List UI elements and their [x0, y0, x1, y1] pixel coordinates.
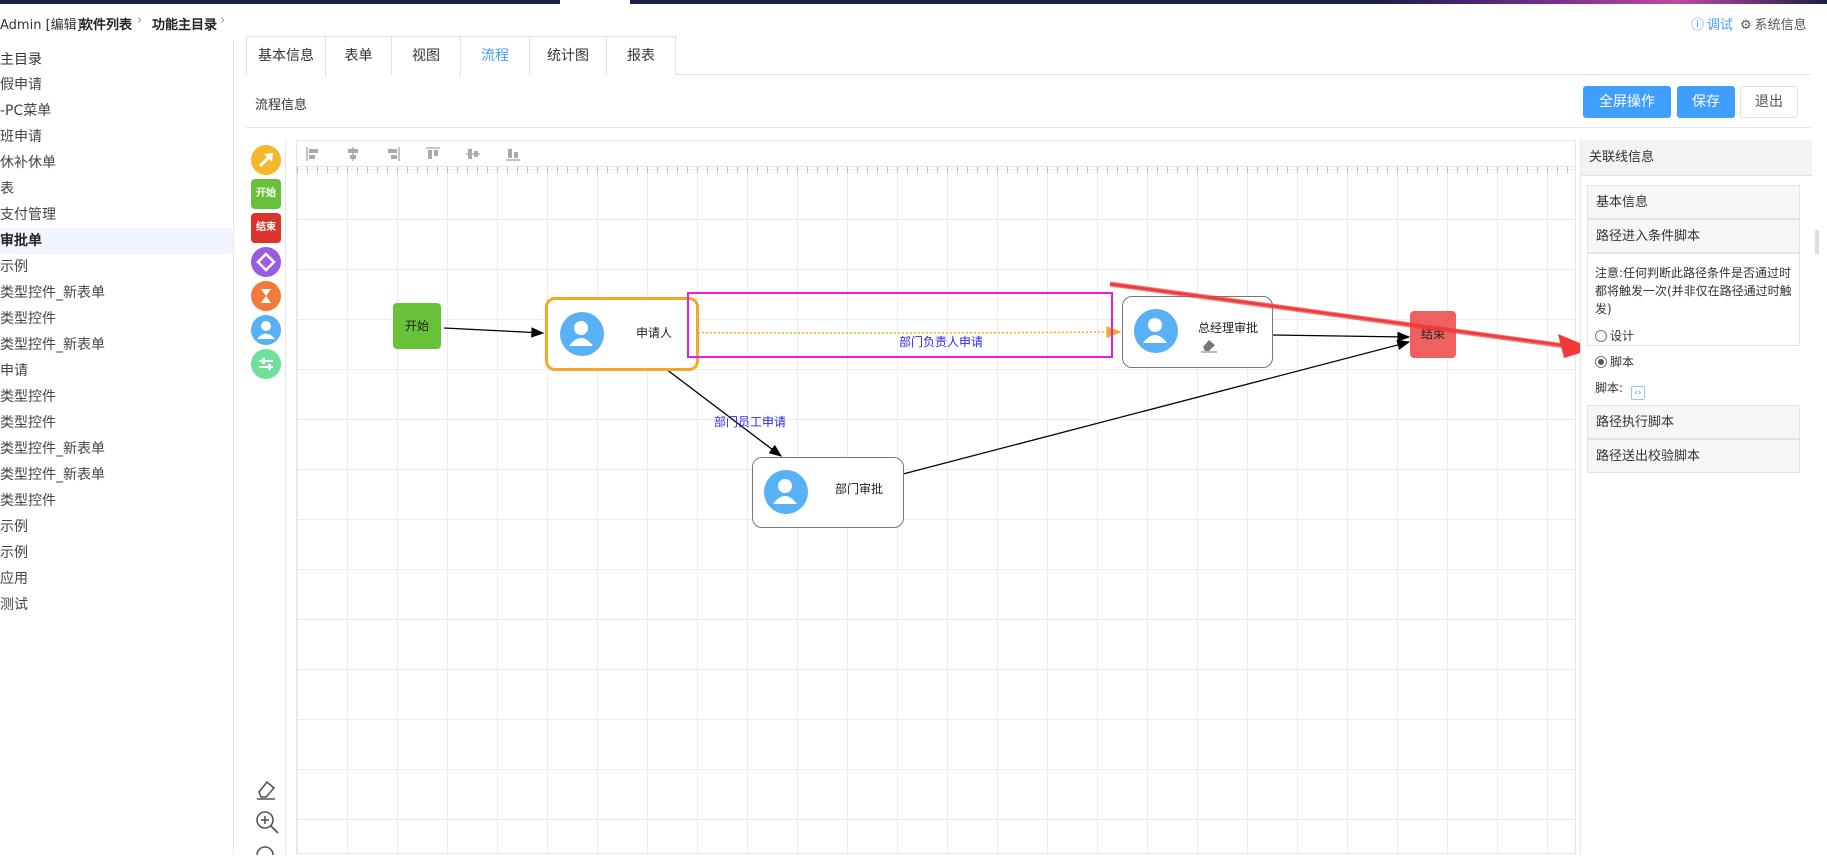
entry-script-note: 注意:任何判断此路径条件是否通过时都将触发一次(并非仅在路径通过时触发) — [1595, 266, 1792, 316]
sidebar-item[interactable]: 表 — [0, 176, 233, 202]
sidebar-item[interactable]: 类型控件 — [0, 306, 233, 332]
save-button[interactable]: 保存 — [1677, 86, 1735, 118]
header: Admin [编辑] 软件列表 › 功能主目录 › ⓘ 调试 ⚙ 系统信息 — [0, 4, 1827, 36]
edge-start-applicant[interactable] — [443, 327, 545, 338]
tab-statistics[interactable]: 统计图 — [529, 36, 607, 75]
gm-approval-label: 总经理审批 — [1198, 321, 1259, 335]
user-avatar-icon — [560, 312, 604, 356]
link-info-panel: 关联线信息 基本信息 路径进入条件脚本 注意:任何判断此路径条件是否通过时都将触… — [1580, 140, 1812, 854]
gear-icon: ⚙ — [1740, 18, 1752, 33]
sidebar: 主目录 假申请 -PC菜单 班申请 休补休单表支付管理 审批单 示例 类型控件_新表单 类型控件… — [0, 40, 234, 854]
dept-approval-node[interactable]: 部门审批 — [752, 457, 904, 528]
radio-circle-icon — [1595, 330, 1607, 342]
zoom-in-icon[interactable] — [254, 809, 280, 839]
divider — [246, 127, 1811, 128]
section-exec-script[interactable]: 路径执行脚本 — [1587, 405, 1800, 439]
hourglass-icon[interactable] — [251, 281, 281, 311]
chevron-right-icon: › — [220, 13, 226, 28]
tab-bar: 基本信息 表单 视图 流程 统计图 报表 — [246, 36, 1811, 76]
debug-link[interactable]: ⓘ 调试 — [1691, 14, 1733, 33]
sidebar-item[interactable]: 测试 — [0, 592, 233, 618]
section-out-script[interactable]: 路径送出校验脚本 — [1587, 439, 1800, 473]
applicant-node[interactable]: 申请人 — [545, 297, 699, 371]
exit-button[interactable]: 退出 — [1740, 86, 1798, 118]
settings-sliders-icon[interactable] — [251, 349, 281, 379]
system-info-link[interactable]: ⚙ 系统信息 — [1740, 14, 1807, 33]
zoom-out-icon[interactable] — [254, 841, 280, 859]
sidebar-item[interactable]: 应用 — [0, 566, 233, 592]
info-icon: ⓘ — [1691, 18, 1705, 33]
highlight-box — [687, 292, 1113, 358]
applicant-label: 申请人 — [636, 326, 673, 340]
tab-flow[interactable]: 流程 — [460, 36, 530, 76]
sidebar-item[interactable]: -PC菜单 — [0, 98, 233, 124]
fullscreen-button[interactable]: 全屏操作 — [1583, 86, 1671, 118]
user-task-icon[interactable] — [251, 315, 281, 345]
chevron-right-icon: › — [137, 13, 143, 28]
section-title: 流程信息 — [255, 98, 308, 113]
end-node[interactable]: 结束 — [1410, 311, 1456, 358]
sidebar-item[interactable]: 休补休单 — [0, 150, 233, 176]
connector-arrow-icon[interactable] — [251, 145, 281, 175]
scrollbar[interactable] — [1815, 230, 1819, 254]
gateway-diamond-icon[interactable] — [251, 247, 281, 277]
sidebar-item[interactable]: 申请 — [0, 358, 233, 384]
tab-report[interactable]: 报表 — [606, 36, 676, 75]
start-node[interactable]: 开始 — [393, 303, 441, 349]
flow-canvas[interactable]: 开始 申请人 总经理审批 部门审批 结束 部门负责人申请 部门员工申请 — [296, 140, 1576, 854]
tab-view[interactable]: 视图 — [391, 36, 461, 75]
section-basic-info[interactable]: 基本信息 — [1587, 185, 1800, 219]
radio-script[interactable]: 脚本 — [1595, 353, 1634, 370]
breadcrumb-main-directory[interactable]: 功能主目录 — [152, 14, 217, 33]
dept-approval-label: 部门审批 — [835, 482, 884, 496]
sidebar-item[interactable]: 类型控件_新表单 — [0, 332, 233, 358]
end-node-tool[interactable]: 结束 — [251, 213, 281, 243]
start-node-tool[interactable]: 开始 — [251, 179, 281, 209]
sidebar-item[interactable]: 班申请 — [0, 124, 233, 150]
sidebar-item[interactable]: 类型控件 — [0, 488, 233, 514]
script-field: 脚本: ‹› — [1595, 379, 1645, 400]
sidebar-item[interactable]: 假申请 — [0, 72, 233, 98]
sidebar-item[interactable]: 示例 — [0, 514, 233, 540]
tab-form[interactable]: 表单 — [325, 36, 392, 75]
section-entry-script[interactable]: 路径进入条件脚本 — [1587, 219, 1800, 253]
user-avatar-icon — [764, 470, 808, 514]
edge-gm-end[interactable] — [1271, 331, 1411, 343]
sidebar-item[interactable]: 类型控件_新表单 — [0, 462, 233, 488]
node-palette: 开始 结束 — [246, 141, 286, 856]
sidebar-item[interactable]: 类型控件_新表单 — [0, 436, 233, 462]
tab-basic-info[interactable]: 基本信息 — [246, 36, 326, 75]
radio-design[interactable]: 设计 — [1595, 327, 1634, 344]
sidebar-item[interactable]: 主目录 — [0, 47, 233, 73]
breadcrumb-admin[interactable]: Admin [编辑] — [0, 14, 82, 33]
radio-circle-icon — [1595, 356, 1607, 368]
sidebar-item[interactable]: 类型控件_新表单 — [0, 280, 233, 306]
code-edit-icon[interactable]: ‹› — [1630, 386, 1645, 400]
gm-approval-node[interactable]: 总经理审批 — [1122, 296, 1273, 368]
sidebar-item[interactable]: 审批单 — [0, 228, 233, 254]
sidebar-item[interactable]: 支付管理 — [0, 202, 233, 228]
flow-edges — [443, 326, 1411, 475]
sidebar-item[interactable]: 示例 — [0, 254, 233, 280]
sidebar-item[interactable]: 类型控件 — [0, 410, 233, 436]
user-avatar-icon — [1134, 309, 1178, 353]
sidebar-item[interactable]: 示例 — [0, 540, 233, 566]
sidebar-item[interactable]: 类型控件 — [0, 384, 233, 410]
eraser-icon[interactable] — [254, 777, 278, 805]
panel-title: 关联线信息 — [1581, 140, 1812, 176]
edge-label-dept-staff[interactable]: 部门员工申请 — [714, 413, 786, 430]
eraser-icon[interactable] — [1200, 337, 1218, 353]
breadcrumb-software-list[interactable]: 软件列表 — [80, 14, 132, 33]
